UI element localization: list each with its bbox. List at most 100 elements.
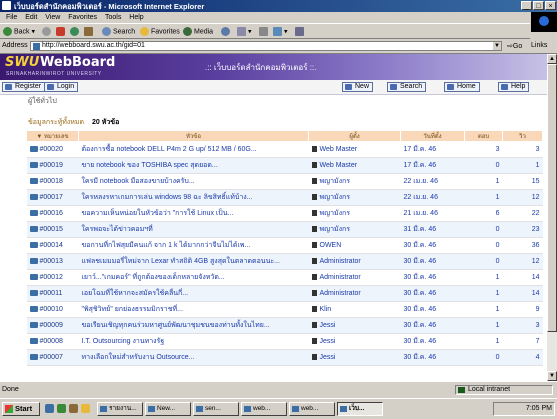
topic-link[interactable]: ขอความเห็นหน่อยในหัวข้อว่า "การใช้ Linux… — [82, 210, 234, 217]
discuss-button[interactable] — [295, 27, 306, 36]
author-link[interactable]: Jessi — [320, 354, 336, 361]
topic-id[interactable]: #00011 — [26, 285, 79, 302]
topic-link[interactable]: เอยโฉมที่ใช้หากจะสมัครใช้คลื่นกี่... — [82, 290, 189, 297]
favorites-button[interactable]: Favorites — [140, 27, 180, 36]
clock: 7:05 PM — [525, 405, 552, 412]
address-dropdown-icon[interactable]: ▼ — [493, 42, 501, 50]
task-button-2[interactable]: New... — [145, 402, 191, 416]
home-button[interactable] — [84, 27, 95, 36]
start-button[interactable]: Start — [2, 402, 40, 416]
topic-link[interactable]: ทางเลือกใหม่สำหรับงาน Outsource... — [82, 354, 195, 361]
topic-link[interactable]: ใครมี notebook มือสองขายบ้างครับ... — [82, 178, 195, 185]
minimize-button[interactable]: _ — [521, 1, 532, 10]
menu-help[interactable]: Help — [129, 12, 143, 23]
header-number[interactable]: ▼ หมายเลข — [26, 130, 79, 142]
author-link[interactable]: Administrator — [320, 274, 361, 281]
topic-link[interactable]: ขอกานที่กไฟสุยมีคนแก้ จาก 1 k ได้มากกว่า… — [82, 242, 251, 249]
maximize-button[interactable]: □ — [533, 1, 544, 10]
author-link[interactable]: Web Master — [320, 162, 358, 169]
forward-button[interactable] — [42, 27, 53, 36]
author-link[interactable]: Web Master — [320, 146, 358, 153]
address-url: http://webboard.swu.ac.th/gid=01 — [42, 42, 145, 49]
close-button[interactable]: × — [545, 1, 556, 10]
topic-id[interactable]: #00015 — [26, 221, 79, 238]
quicklaunch-ie-icon[interactable] — [45, 404, 54, 413]
topic-date: 30 มี.ค. 46 — [400, 269, 465, 286]
topic-link[interactable]: ต้องการซื้อ notebook DELL P4m 2 G up/ 51… — [82, 146, 257, 153]
task-button-5[interactable]: web... — [289, 402, 335, 416]
scroll-up-icon[interactable]: ▲ — [547, 54, 557, 64]
topic-link[interactable]: แฟลชเมมมอรี่ใหม่จาก Lexar ทำสถิติ 4GB สู… — [82, 258, 280, 265]
topic-link[interactable]: ขาย notebook ของ TOSHIBA spec สุดยอด... — [82, 162, 218, 169]
topic-id[interactable]: #00020 — [26, 141, 79, 158]
topic-id[interactable]: #00014 — [26, 237, 79, 254]
task-button-1[interactable]: รายงาน... — [97, 402, 143, 416]
author-link[interactable]: Administrator — [320, 290, 361, 297]
topic-id[interactable]: #00013 — [26, 253, 79, 270]
topic-id[interactable]: #00019 — [26, 157, 79, 174]
edit-button[interactable]: ▾ — [273, 27, 288, 36]
author-link[interactable]: Jessi — [320, 338, 336, 345]
topic-id[interactable]: #00012 — [26, 269, 79, 286]
topic-views: 12 — [502, 189, 543, 206]
search-button[interactable]: Search — [102, 27, 135, 36]
author-link[interactable]: พญามังกร — [320, 194, 351, 201]
task-button-3[interactable]: sen... — [193, 402, 239, 416]
register-button[interactable]: Register — [2, 82, 46, 92]
author-link[interactable]: OWEN — [320, 242, 342, 249]
task-button-4[interactable]: web... — [241, 402, 287, 416]
links-button[interactable]: Links — [531, 42, 547, 49]
author-link[interactable]: Jessi — [320, 322, 336, 329]
webboard-home-button[interactable]: Home — [444, 82, 480, 92]
author-link[interactable]: พญามังกร — [320, 226, 351, 233]
topic-id[interactable]: #00010 — [26, 301, 79, 318]
menu-edit[interactable]: Edit — [25, 12, 37, 23]
scroll-down-icon[interactable]: ▼ — [547, 371, 557, 381]
mail-button[interactable]: ▾ — [237, 27, 252, 36]
author-link[interactable]: Administrator — [320, 258, 361, 265]
stop-button[interactable] — [56, 27, 67, 36]
quicklaunch-outlook-icon[interactable] — [69, 404, 78, 413]
login-button[interactable]: Login — [44, 82, 79, 92]
webboard-search-button[interactable]: Search — [387, 82, 427, 92]
topic-link[interactable]: ใครพอจะได้ข่าวคอมฯที่ — [82, 226, 153, 233]
author-link[interactable]: พญามังกร — [320, 210, 351, 217]
scroll-thumb[interactable] — [547, 64, 557, 332]
menu-file[interactable]: File — [6, 12, 17, 23]
topic-id[interactable]: #00016 — [26, 205, 79, 222]
topic-link[interactable]: ใครหลงรหาเกมการเล่น windows 98 ฉะ ลิขสิท… — [82, 194, 253, 201]
refresh-button[interactable] — [70, 27, 81, 36]
vertical-scrollbar[interactable]: ▲ ▼ — [547, 54, 557, 381]
new-topic-button[interactable]: New — [342, 82, 374, 92]
menu-view[interactable]: View — [45, 12, 60, 23]
topic-id[interactable]: #00009 — [26, 317, 79, 334]
back-button[interactable]: Back ▾ — [3, 27, 35, 36]
topic-link[interactable]: เยาว์..."เกมคอร์" ที่ถูกต้องของเด็กหลายจ… — [82, 274, 225, 281]
author-link[interactable]: Klin — [320, 306, 332, 313]
topic-link[interactable]: "พิสุชิวิทย์" ยกย่องธรรมมิกราชที่... — [82, 306, 183, 313]
task-button-active[interactable]: เว็บ... — [337, 402, 383, 416]
media-icon — [183, 27, 192, 36]
topic-id[interactable]: #00018 — [26, 173, 79, 190]
media-button[interactable]: Media — [183, 27, 213, 36]
topic-id[interactable]: #00017 — [26, 189, 79, 206]
address-input[interactable]: http://webboard.swu.ac.th/gid=01 ▼ — [30, 41, 502, 51]
topic-link[interactable]: ขอเรียนเชิญทุกคนร่วมหาศูนย์พัฒนาชุมชนของ… — [82, 322, 270, 329]
topic-replies: 0 — [464, 157, 503, 174]
menu-tools[interactable]: Tools — [105, 12, 121, 23]
quicklaunch-media-icon[interactable] — [81, 404, 90, 413]
history-button[interactable] — [221, 27, 232, 36]
topic-author: พญามังกร — [308, 205, 401, 222]
topic-replies: 0 — [464, 237, 503, 254]
author-link[interactable]: พญามังกร — [320, 178, 351, 185]
webboard-button-row: Register Login New Search Home Help — [0, 80, 547, 95]
go-button[interactable]: ⇨Go — [507, 42, 522, 50]
quicklaunch-desktop-icon[interactable] — [57, 404, 66, 413]
webboard-help-button[interactable]: Help — [498, 82, 530, 92]
topic-link[interactable]: I.T. Outsourcing งานทางรัฐ — [82, 338, 165, 345]
topic-id[interactable]: #00007 — [26, 349, 79, 366]
user-icon — [311, 258, 317, 265]
menu-favorites[interactable]: Favorites — [68, 12, 97, 23]
print-button[interactable] — [259, 27, 270, 36]
topic-id[interactable]: #00008 — [26, 333, 79, 350]
